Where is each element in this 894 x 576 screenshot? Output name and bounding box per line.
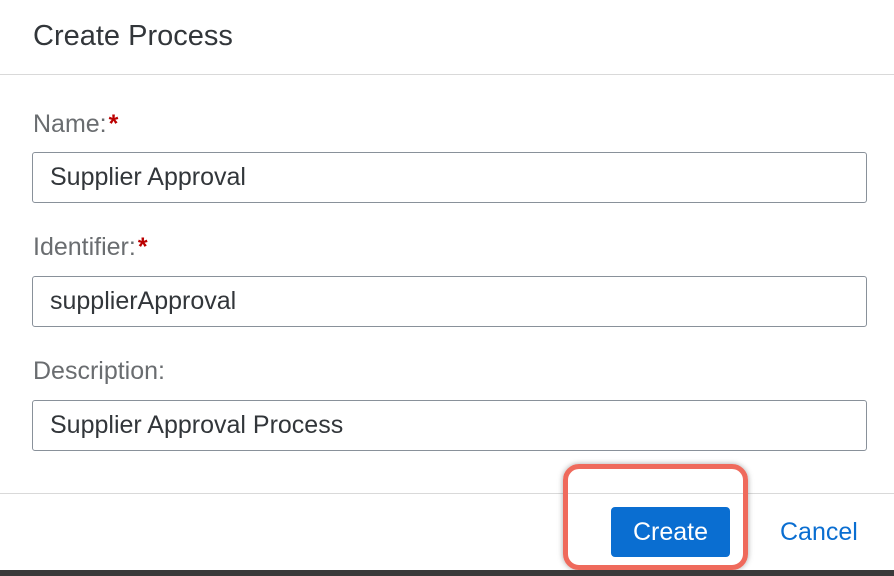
dialog-header: Create Process bbox=[0, 0, 894, 75]
description-input[interactable] bbox=[32, 400, 867, 451]
window-bottom-edge bbox=[0, 570, 894, 576]
identifier-required-marker: * bbox=[137, 233, 148, 261]
dialog-footer bbox=[0, 493, 894, 576]
name-label-text: Name: bbox=[33, 110, 107, 138]
identifier-label-text: Identifier: bbox=[33, 233, 136, 261]
create-process-dialog: Create Process Name:* Identifier:* Descr… bbox=[0, 0, 894, 576]
name-required-marker: * bbox=[108, 110, 119, 138]
cancel-button[interactable]: Cancel bbox=[770, 507, 880, 557]
dialog-title: Create Process bbox=[33, 20, 233, 52]
identifier-input[interactable] bbox=[32, 276, 867, 327]
description-label: Description: bbox=[33, 356, 165, 386]
description-label-text: Description: bbox=[33, 357, 165, 385]
identifier-label: Identifier:* bbox=[33, 232, 148, 262]
name-input[interactable] bbox=[32, 152, 867, 203]
name-label: Name:* bbox=[33, 109, 118, 139]
create-button[interactable]: Create bbox=[611, 507, 730, 557]
